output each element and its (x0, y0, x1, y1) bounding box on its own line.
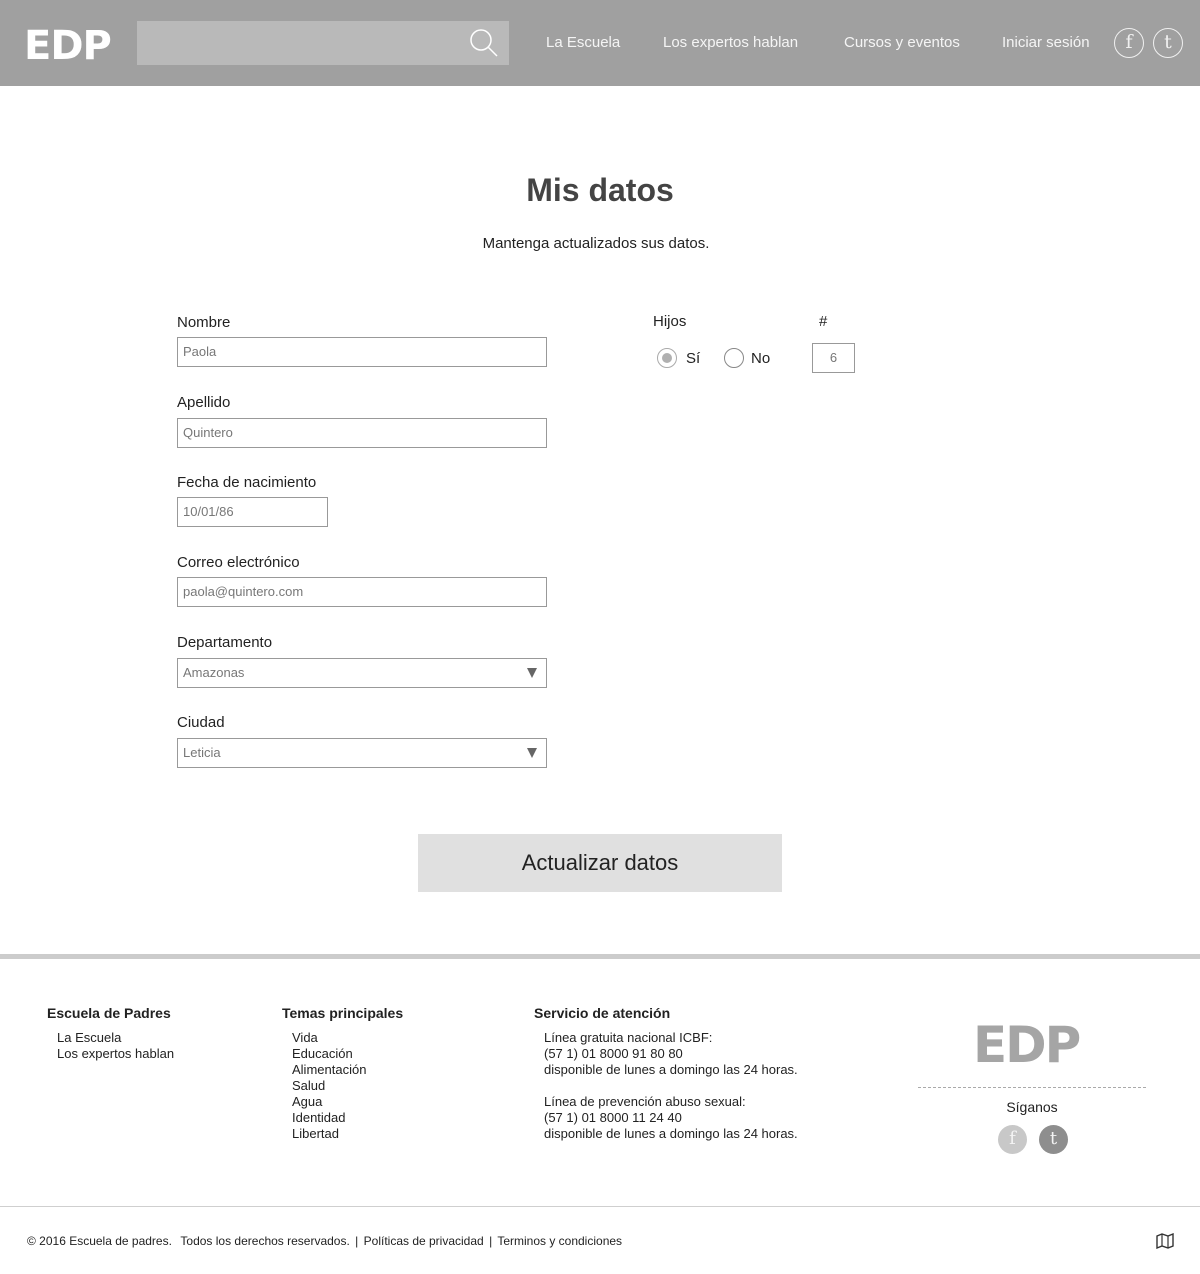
footer-col-escuela-title: Escuela de Padres (47, 1005, 171, 1021)
radio-si[interactable] (657, 348, 677, 368)
fecha-field[interactable]: 10/01/86 (177, 497, 328, 527)
chevron-down-icon (527, 668, 537, 678)
radio-si-label[interactable]: Sí (686, 350, 700, 367)
correo-label: Correo electrónico (177, 554, 300, 571)
departamento-label: Departamento (177, 634, 273, 651)
legal-separator: | (355, 1234, 359, 1248)
footer-link[interactable]: Alimentación (292, 1062, 366, 1078)
edp-logo[interactable]: EDP (24, 26, 112, 66)
rights-text: Todos los derechos reservados. (180, 1234, 350, 1248)
top-header: EDP La Escuela Los expertos hablan Curso… (0, 0, 1200, 86)
footer-col-servicio-list: Línea gratuita nacional ICBF: (57 1) 01 … (544, 1030, 798, 1142)
copyright-text: © 2016 Escuela de padres. (27, 1234, 172, 1248)
footer-text: disponible de lunes a domingo las 24 hor… (544, 1126, 798, 1141)
footer-col-escuela-list: La Escuela Los expertos hablan (57, 1030, 174, 1062)
radio-no-label[interactable]: No (751, 350, 770, 367)
footer-link[interactable]: Salud (292, 1078, 366, 1094)
terms-link[interactable]: Terminos y condiciones (497, 1234, 622, 1248)
footer-text: disponible de lunes a domingo las 24 hor… (544, 1062, 798, 1077)
hijos-count-field[interactable]: 6 (812, 343, 855, 373)
nav-cursos[interactable]: Cursos y eventos (844, 34, 960, 51)
footer-link[interactable]: La Escuela (57, 1030, 174, 1046)
footer-dashed-divider (918, 1087, 1146, 1088)
legal-bar: © 2016 Escuela de padres. Todos los dere… (27, 1234, 624, 1248)
page-title: Mis datos (526, 172, 674, 208)
ciudad-label: Ciudad (177, 714, 225, 731)
ciudad-select[interactable]: Leticia (177, 738, 547, 768)
hijos-label: Hijos (653, 313, 687, 330)
radio-selected-dot (662, 353, 672, 363)
nombre-field[interactable]: Paola (177, 337, 547, 367)
footer-text (544, 1078, 798, 1094)
legal-separator: | (489, 1234, 493, 1248)
siganos-label: Síganos (1006, 1099, 1058, 1115)
nav-la-escuela[interactable]: La Escuela (546, 34, 620, 51)
search-icon[interactable] (469, 28, 499, 58)
map-icon[interactable] (1156, 1233, 1174, 1249)
footer-link[interactable]: Identidad (292, 1110, 366, 1126)
radio-no[interactable] (724, 348, 744, 368)
bottom-divider (0, 1206, 1200, 1207)
facebook-icon[interactable]: f (1114, 28, 1144, 58)
footer-link[interactable]: Educación (292, 1046, 366, 1062)
nav-expertos[interactable]: Los expertos hablan (663, 34, 798, 51)
twitter-icon[interactable]: t (1039, 1125, 1068, 1154)
footer-text: Línea gratuita nacional ICBF: (544, 1030, 713, 1045)
nav-iniciar-sesion[interactable]: Iniciar sesión (1002, 34, 1090, 51)
nombre-label: Nombre (177, 314, 231, 331)
footer-link[interactable]: Agua (292, 1094, 366, 1110)
ciudad-value: Leticia (183, 745, 221, 760)
search-input[interactable] (137, 21, 509, 65)
correo-field[interactable]: paola@quintero.com (177, 577, 547, 607)
footer-link[interactable]: Los expertos hablan (57, 1046, 174, 1062)
footer-col-servicio-title: Servicio de atención (534, 1005, 671, 1021)
apellido-field[interactable]: Quintero (177, 418, 547, 448)
departamento-value: Amazonas (183, 665, 245, 680)
actualizar-datos-button[interactable]: Actualizar datos (418, 834, 782, 892)
departamento-select[interactable]: Amazonas (177, 658, 547, 688)
footer-link[interactable]: Vida (292, 1030, 366, 1046)
footer-col-temas-title: Temas principales (282, 1005, 404, 1021)
facebook-icon[interactable]: f (998, 1125, 1027, 1154)
chevron-down-icon (527, 748, 537, 758)
twitter-icon[interactable]: t (1153, 28, 1183, 58)
footer-text: Línea de prevención abuso sexual: (544, 1094, 746, 1109)
apellido-label: Apellido (177, 394, 231, 411)
footer-text: (57 1) 01 8000 11 24 40 (544, 1110, 682, 1125)
footer-text: (57 1) 01 8000 91 80 80 (544, 1046, 683, 1061)
page-subtitle: Mantenga actualizados sus datos. (482, 235, 710, 252)
footer-edp-logo[interactable]: EDP (973, 1020, 1081, 1070)
footer-col-temas-list: Vida Educación Alimentación Salud Agua I… (292, 1030, 366, 1142)
hijos-count-label: # (819, 313, 828, 330)
footer-link[interactable]: Libertad (292, 1126, 366, 1142)
fecha-label: Fecha de nacimiento (177, 474, 317, 491)
privacy-link[interactable]: Políticas de privacidad (364, 1234, 484, 1248)
footer-divider (0, 954, 1200, 959)
